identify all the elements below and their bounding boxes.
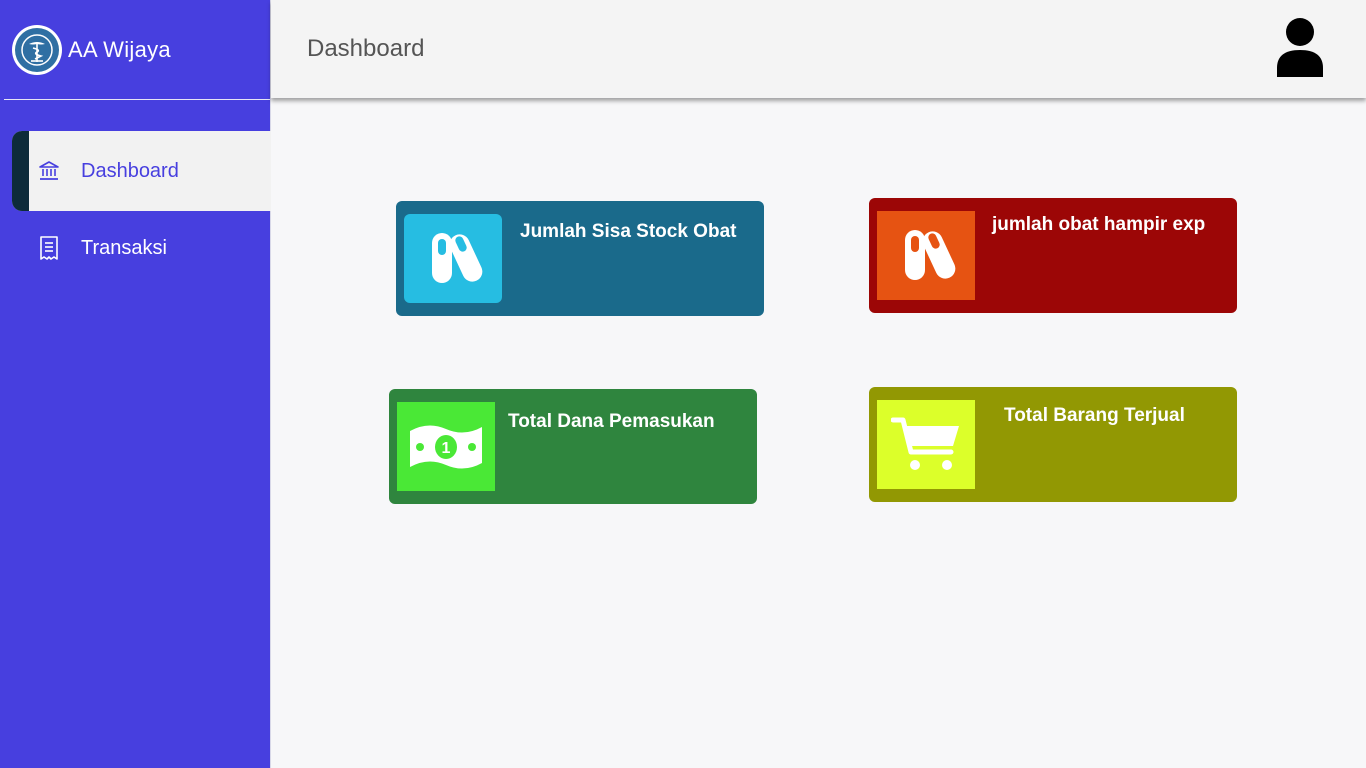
card-stock-obat[interactable]: Jumlah Sisa Stock Obat [396, 201, 764, 316]
app-name: AA Wijaya [68, 37, 171, 62]
page-title: Dashboard [307, 35, 425, 62]
card-title: Total Dana Pemasukan [508, 411, 715, 432]
sidebar-item-dashboard[interactable]: Dashboard [12, 131, 271, 211]
svg-text:1: 1 [442, 440, 451, 457]
card-dana-pemasukan[interactable]: 1 Total Dana Pemasukan [389, 389, 757, 504]
card-obat-hampir-exp[interactable]: jumlah obat hampir exp [869, 198, 1237, 313]
top-header: Dashboard [271, 0, 1366, 98]
pills-icon [404, 214, 502, 303]
user-avatar-icon[interactable] [1274, 16, 1326, 78]
divider [4, 99, 270, 100]
card-title: Total Barang Terjual [1004, 405, 1185, 426]
pills-icon [877, 211, 975, 300]
sidebar-item-transaksi[interactable]: Transaksi [0, 211, 271, 285]
brand[interactable]: AA Wijaya [0, 0, 271, 100]
money-bill-icon: 1 [397, 402, 495, 491]
sidebar: AA Wijaya Dashboard Transaksi [0, 0, 271, 768]
caduceus-logo-icon [12, 25, 62, 75]
card-title: jumlah obat hampir exp [992, 214, 1206, 235]
sidebar-nav: Dashboard Transaksi [0, 131, 271, 285]
shopping-cart-icon [877, 400, 975, 489]
sidebar-item-label: Dashboard [81, 159, 179, 182]
card-title: Jumlah Sisa Stock Obat [520, 221, 737, 242]
receipt-icon [38, 236, 60, 260]
bank-icon [38, 160, 60, 182]
sidebar-item-label: Transaksi [81, 236, 167, 259]
card-barang-terjual[interactable]: Total Barang Terjual [869, 387, 1237, 502]
